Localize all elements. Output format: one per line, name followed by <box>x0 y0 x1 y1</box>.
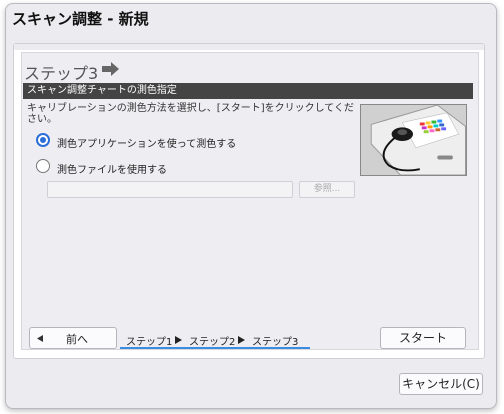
arrow-right-icon <box>102 62 119 76</box>
radio-measure-app-label[interactable]: 測色アプリケーションを使って測色する <box>57 135 236 150</box>
radio-measure-app[interactable] <box>36 133 50 147</box>
file-path-input[interactable] <box>47 181 293 198</box>
breadcrumb: ステップ1 ステップ2 ステップ3 <box>120 331 310 349</box>
progress-line <box>120 347 310 349</box>
arrow-left-icon <box>37 335 43 342</box>
breadcrumb-arrow-icon <box>238 336 245 344</box>
panel-top-bar <box>14 44 484 50</box>
radio-measure-file[interactable] <box>36 159 50 173</box>
browse-button[interactable]: 参照... <box>299 181 355 198</box>
step-title: ステップ3 <box>24 64 99 83</box>
cancel-button[interactable]: キャンセル(C) <box>399 373 483 395</box>
back-button[interactable]: 前へ <box>29 327 117 349</box>
radio-measure-file-label[interactable]: 測色ファイルを使用する <box>57 161 167 176</box>
breadcrumb-arrow-icon <box>175 336 182 344</box>
start-button[interactable]: スタート <box>380 327 466 349</box>
section-header: スキャン調整チャートの測色指定 <box>23 83 473 99</box>
breadcrumb-step2: ステップ2 <box>189 337 236 348</box>
device-illustration <box>360 104 467 176</box>
breadcrumb-step3: ステップ3 <box>252 337 299 348</box>
breadcrumb-step1: ステップ1 <box>126 337 173 348</box>
instruction-text: キャリブレーションの測色方法を選択し、[スタート]をクリックしてください。 <box>27 103 355 125</box>
window-title: スキャン調整 - 新規 <box>12 10 149 28</box>
back-button-label: 前へ <box>66 333 88 346</box>
